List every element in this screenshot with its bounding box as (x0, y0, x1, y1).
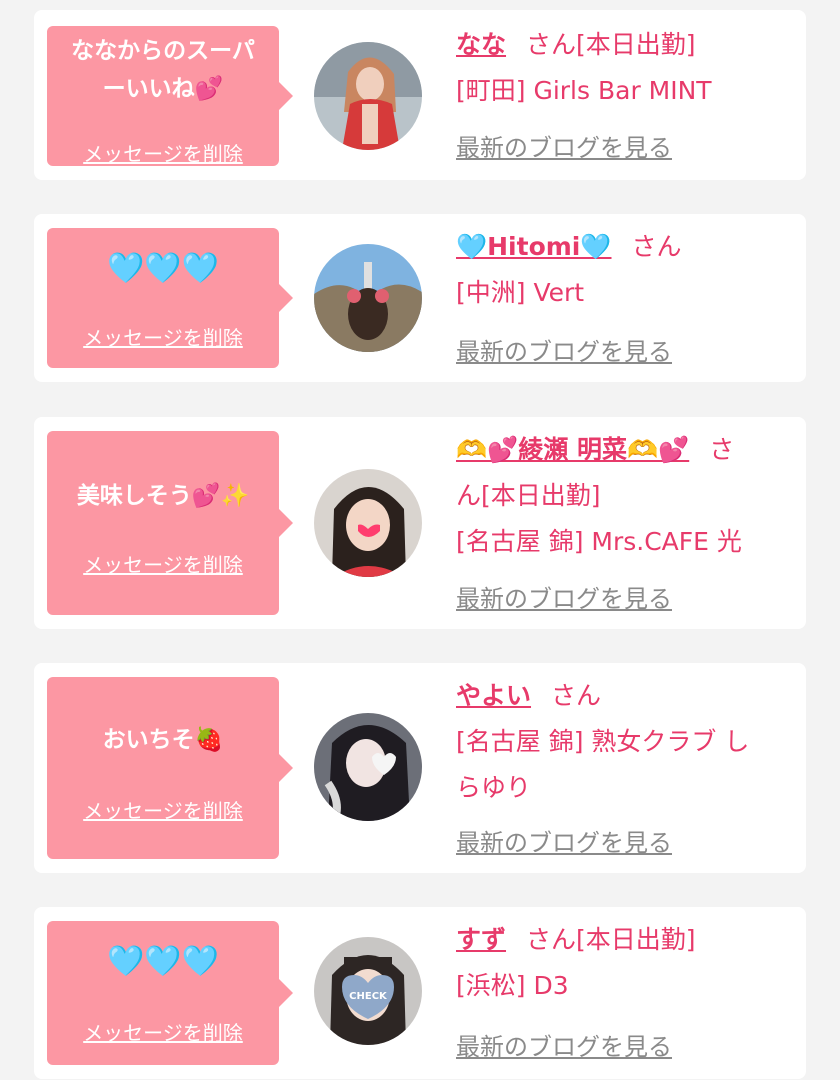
girl-info: すず さん[本日出勤] [浜松] D3 (456, 917, 778, 1009)
shop-name: [町田] Girls Bar MINT (456, 76, 712, 105)
avatar[interactable] (314, 42, 422, 150)
girl-info: 🩵Hitomi🩵 さん [中洲] Vert (456, 224, 778, 316)
message-text: おいちそ🍓 (102, 727, 224, 753)
message-card: おいちそ🍓 メッセージを削除 やよい さん [名古屋 錦] 熟女クラブ し らゆり… (34, 663, 806, 873)
girl-info: 🫶💕綾瀬 明菜🫶💕 さ ん[本日出勤] [名古屋 錦] Mrs.CAFE 光 (456, 427, 778, 565)
avatar-photo (314, 713, 422, 821)
shop-name: [名古屋 錦] 熟女クラブ し (456, 727, 750, 756)
delete-message-link[interactable]: メッセージを削除 (47, 1017, 279, 1046)
avatar-photo: CHECK (314, 937, 422, 1045)
avatar-photo (314, 42, 422, 150)
blog-link[interactable]: 最新のブログを見る (456, 1027, 672, 1062)
delete-message-link[interactable]: メッセージを削除 (47, 138, 279, 167)
girl-info: なな さん[本日出勤] [町田] Girls Bar MINT (456, 22, 778, 114)
message-card: 🩵🩵🩵 メッセージを削除 CHECK すず さん[本日出勤] [浜松] D3 最新… (34, 907, 806, 1079)
message-card: 美味しそう💕✨ メッセージを削除 🫶💕綾瀬 明菜🫶💕 さ ん[本日出勤] [名古屋… (34, 417, 806, 629)
attendance-tag: [本日出勤] (576, 30, 696, 59)
avatar-photo (314, 244, 422, 352)
honorific: さん (526, 925, 577, 954)
shop-name-cont: らゆり (456, 773, 532, 802)
message-bubble: 美味しそう💕✨ メッセージを削除 (47, 431, 293, 615)
message-list: ななからのスーパ ーいいね💕 メッセージを削除 なな さん[本日出勤] [町田] … (0, 0, 840, 1080)
avatar-label: CHECK (349, 991, 388, 1002)
message-text: 🩵🩵🩵 (106, 944, 220, 979)
blog-link[interactable]: 最新のブログを見る (456, 579, 672, 614)
message-bubble: 🩵🩵🩵 メッセージを削除 (47, 921, 293, 1065)
message-card: 🩵🩵🩵 メッセージを削除 🩵Hitomi🩵 さん [中洲] Vert 最新のブログ… (34, 214, 806, 382)
message-text: ななからのスーパ ーいいね💕 (53, 32, 273, 108)
blog-link[interactable]: 最新のブログを見る (456, 128, 672, 163)
blog-link[interactable]: 最新のブログを見る (456, 823, 672, 858)
blog-link[interactable]: 最新のブログを見る (456, 332, 672, 367)
girl-name-link[interactable]: やよい (456, 681, 531, 710)
girl-name-link[interactable]: すず (456, 925, 506, 954)
delete-message-link[interactable]: メッセージを削除 (47, 795, 279, 824)
avatar-photo (314, 469, 422, 577)
honorific: さん (551, 681, 602, 710)
avatar[interactable] (314, 469, 422, 577)
shop-name: [名古屋 錦] Mrs.CAFE 光 (456, 527, 742, 556)
delete-message-link[interactable]: メッセージを削除 (47, 322, 279, 351)
avatar[interactable] (314, 713, 422, 821)
delete-message-link[interactable]: メッセージを削除 (47, 549, 279, 578)
honorific: さん (526, 30, 577, 59)
shop-name: [中洲] Vert (456, 278, 585, 307)
girl-name-link[interactable]: なな (456, 30, 506, 59)
girl-name-link[interactable]: 🫶💕綾瀬 明菜🫶💕 (456, 435, 689, 464)
girl-name-link[interactable]: 🩵Hitomi🩵 (456, 232, 612, 261)
message-card: ななからのスーパ ーいいね💕 メッセージを削除 なな さん[本日出勤] [町田] … (34, 10, 806, 180)
attendance-tag: ん[本日出勤] (456, 481, 601, 510)
honorific: さ (709, 435, 735, 464)
message-line: ななからのスーパ (71, 38, 255, 64)
shop-name: [浜松] D3 (456, 971, 569, 1000)
avatar[interactable] (314, 244, 422, 352)
attendance-tag: [本日出勤] (576, 925, 696, 954)
avatar[interactable]: CHECK (314, 937, 422, 1045)
girl-info: やよい さん [名古屋 錦] 熟女クラブ し らゆり (456, 673, 778, 811)
message-text: 美味しそう💕✨ (76, 483, 250, 509)
message-bubble: おいちそ🍓 メッセージを削除 (47, 677, 293, 859)
message-bubble: ななからのスーパ ーいいね💕 メッセージを削除 (47, 26, 293, 167)
message-bubble: 🩵🩵🩵 メッセージを削除 (47, 228, 293, 368)
message-line: ーいいね💕 (102, 76, 224, 102)
message-text: 🩵🩵🩵 (106, 251, 220, 286)
honorific: さん (631, 232, 682, 261)
